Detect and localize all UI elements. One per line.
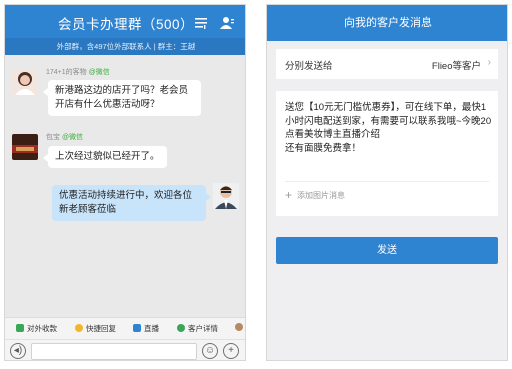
input-bar: ◂) ☺ + bbox=[5, 339, 245, 360]
group-chat-screen: 会员卡办理群（500） 外部群，含497位外部联系人 | 群主：王越 174+1… bbox=[4, 4, 246, 361]
emoji-icon[interactable]: ☺ bbox=[202, 343, 218, 359]
send-button[interactable]: 发送 bbox=[276, 237, 498, 264]
sender-name: 包宝 @微信 bbox=[46, 134, 84, 141]
chat-message[interactable]: 新港路这边的店开了吗？老会员开店有什么优惠活动呀？ bbox=[43, 80, 201, 116]
broadcast-screen: 向我的客户发消息 分别发送给 Flieo等客户 › 送您【10元无门槛优惠券】，… bbox=[266, 4, 508, 361]
my-avatar[interactable] bbox=[213, 183, 239, 209]
payment-button[interactable]: 对外收款 bbox=[16, 323, 57, 334]
plus-icon: + bbox=[285, 188, 293, 202]
group-subtitle: 外部群，含497位外部联系人 | 群主：王越 bbox=[5, 38, 245, 55]
chat-toolbar: 对外收款 快捷回复 直播 客户详情 bbox=[5, 317, 245, 339]
quick-reply-button[interactable]: 快捷回复 bbox=[75, 323, 116, 334]
customer-details-button[interactable]: 客户详情 bbox=[177, 323, 218, 334]
chevron-right-icon: › bbox=[487, 57, 491, 68]
list-icon[interactable] bbox=[195, 17, 207, 29]
message-text[interactable]: 送您【10元无门槛优惠券】，可在线下单，最快1小时闪电配送到家，有需要可以联系我… bbox=[285, 101, 495, 155]
recipients-value: Flieo等客户 bbox=[431, 61, 481, 72]
person-icon bbox=[177, 324, 185, 332]
divider bbox=[285, 181, 489, 182]
shield-icon bbox=[16, 324, 24, 332]
wechat-source: @微信 bbox=[88, 69, 110, 76]
chat-icon bbox=[75, 324, 83, 332]
chat-message[interactable]: 上次经过貌似已经开了。 bbox=[43, 146, 167, 168]
avatar[interactable] bbox=[12, 134, 38, 160]
video-icon bbox=[133, 324, 141, 332]
more-tool-button[interactable] bbox=[235, 323, 245, 332]
avatar[interactable] bbox=[12, 69, 38, 95]
voice-icon[interactable]: ◂) bbox=[10, 343, 26, 359]
contacts-icon[interactable] bbox=[220, 16, 234, 29]
chat-header: 会员卡办理群（500） 外部群，含497位外部联系人 | 群主：王越 bbox=[5, 5, 245, 55]
add-image-button[interactable]: + 添加图片消息 bbox=[285, 188, 345, 202]
more-icon bbox=[235, 323, 243, 331]
sender-name: 174+1的客物 @微信 bbox=[46, 69, 110, 76]
plus-icon[interactable]: + bbox=[223, 343, 239, 359]
message-input[interactable] bbox=[31, 343, 197, 360]
recipients-row[interactable]: 分别发送给 Flieo等客户 › bbox=[276, 49, 498, 79]
wechat-source: @微信 bbox=[61, 134, 84, 141]
my-message[interactable]: 优惠活动持续进行中，欢迎各位新老顾客莅临 bbox=[52, 185, 211, 221]
recipients-label: 分别发送给 bbox=[285, 61, 333, 72]
group-title: 会员卡办理群（500） bbox=[57, 17, 195, 32]
message-editor[interactable]: 送您【10元无门槛优惠券】，可在线下单，最快1小时闪电配送到家，有需要可以联系我… bbox=[276, 91, 498, 216]
live-button[interactable]: 直播 bbox=[133, 323, 159, 334]
page-title: 向我的客户发消息 bbox=[267, 5, 507, 41]
